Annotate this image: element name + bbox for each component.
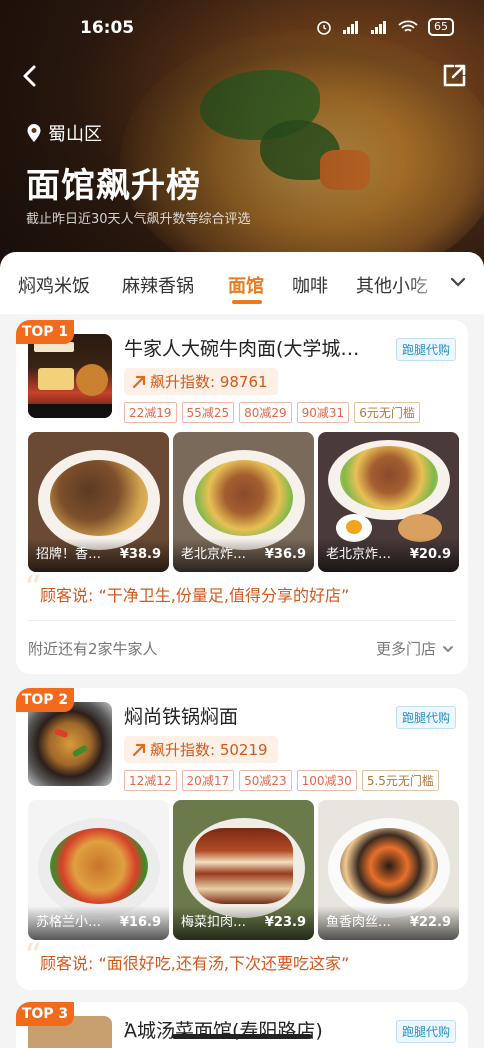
heat-index: 飙升指数: 50219 — [124, 736, 278, 763]
shop-thumbnail[interactable] — [28, 702, 112, 786]
dish-card[interactable]: 苏格兰小… ¥16.9 — [28, 800, 169, 940]
tab-spicy-pot[interactable]: 麻辣香锅 — [122, 272, 194, 298]
dish-card[interactable]: 老北京炸… ¥36.9 — [173, 432, 314, 572]
home-indicator[interactable] — [172, 1034, 312, 1039]
dish-price: ¥16.9 — [119, 915, 161, 930]
coupon-tag: 6元无门槛 — [354, 402, 420, 423]
shop-name[interactable]: 牛家人大碗牛肉面(大学城… — [124, 334, 394, 361]
coupon-tag: 5.5元无门槛 — [361, 770, 439, 791]
customer-review: “ 顾客说: “干净卫生,份量足,值得分享的好店” — [24, 568, 350, 608]
dish-price: ¥23.9 — [264, 915, 306, 930]
ranking-card[interactable]: TOP 3 Ἀ城汤菜面馆(寿阳路店) 跑腿代购 — [16, 1002, 468, 1048]
shop-thumbnail[interactable] — [28, 334, 112, 418]
ranking-card[interactable]: TOP 1 牛家人大碗牛肉面(大学城… 跑腿代购 飙升指数: 98761 22减… — [16, 320, 468, 674]
battery-icon: 65 — [428, 18, 454, 36]
nearby-stores-text: 附近还有2家牛家人 — [28, 640, 158, 658]
dish-card[interactable]: 鱼香肉丝… ¥22.9 — [318, 800, 459, 940]
dish-price: ¥22.9 — [409, 915, 451, 930]
more-stores-label: 更多门店 — [375, 640, 436, 658]
status-icons: 65 — [316, 18, 454, 36]
delivery-badge: 跑腿代购 — [395, 706, 456, 729]
dish-price: ¥38.9 — [119, 547, 161, 562]
more-stores-button[interactable]: 更多门店 — [376, 638, 454, 659]
heat-index-value: 飙升指数: 50219 — [150, 741, 268, 759]
tabs-fade — [406, 252, 446, 314]
dish-name: 苏格兰小… — [36, 915, 102, 930]
dish-name: 鱼香肉丝… — [326, 915, 392, 930]
location-selector[interactable]: 蜀山区 — [26, 120, 102, 146]
review-text: 顾客说: “干净卫生,份量足,值得分享的好店” — [40, 586, 350, 605]
coupon-tag: 90减31 — [296, 402, 350, 423]
share-icon[interactable] — [440, 62, 468, 90]
status-time: 16:05 — [80, 18, 135, 38]
coupon-tag: 20减17 — [181, 770, 235, 791]
dish-card[interactable]: 梅菜扣肉… ¥23.9 — [173, 800, 314, 940]
dish-price: ¥36.9 — [264, 547, 306, 562]
status-bar: 16:05 65 — [0, 0, 484, 56]
page-subtitle: 截止昨日近30天人气飙升数等综合评选 — [26, 212, 251, 227]
heat-index: 飙升指数: 98761 — [124, 368, 278, 395]
dish-name: 老北京炸… — [181, 547, 247, 562]
delivery-badge: 跑腿代购 — [395, 1020, 456, 1043]
coupon-tag: 22减19 — [124, 402, 177, 423]
page-title: 面馆飙升榜 — [26, 166, 201, 206]
tab-braised-chicken-rice[interactable]: 焖鸡米饭 — [18, 272, 90, 298]
chevron-down-icon[interactable] — [448, 272, 468, 292]
chevron-down-icon — [443, 645, 453, 652]
trend-up-icon — [132, 743, 146, 756]
dish-name: 老北京炸… — [326, 547, 392, 562]
coupon-tag: 100减30 — [296, 770, 357, 791]
rank-badge: TOP 1 — [16, 320, 74, 344]
shop-name[interactable]: 焖尚铁锅焖面 — [124, 702, 394, 729]
wifi-icon — [398, 20, 418, 32]
coupon-tag: 12减12 — [124, 770, 177, 791]
customer-review: “ 顾客说: “面很好吃,还有汤,下次还要吃这家” — [24, 936, 350, 976]
dish-price: ¥20.9 — [409, 547, 451, 562]
coupon-tag: 80减29 — [239, 402, 292, 423]
dish-name: 梅菜扣肉… — [181, 915, 247, 930]
tab-coffee[interactable]: 咖啡 — [292, 272, 328, 298]
coupon-list: 12减12 20减17 50减23 100减30 5.5元无门槛 — [124, 770, 439, 791]
dish-list: 招牌！香… ¥38.9 老北京炸… ¥36.9 老北京炸… ¥20.9 — [28, 432, 459, 572]
signal-icon — [371, 21, 386, 34]
active-tab-indicator — [232, 300, 262, 304]
ranking-card[interactable]: TOP 2 焖尚铁锅焖面 跑腿代购 飙升指数: 50219 12减12 20减1… — [16, 688, 468, 990]
tab-noodle-shop[interactable]: 面馆 — [228, 272, 264, 298]
location-pin-icon — [27, 124, 41, 142]
heat-index-value: 飙升指数: 98761 — [150, 373, 268, 391]
delivery-badge: 跑腿代购 — [395, 338, 456, 361]
coupon-list: 22减19 55减25 80减29 90减31 6元无门槛 — [124, 402, 420, 423]
dish-list: 苏格兰小… ¥16.9 梅菜扣肉… ¥23.9 鱼香肉丝… ¥22.9 — [28, 800, 459, 940]
trend-up-icon — [132, 375, 146, 388]
coupon-tag: 50减23 — [239, 770, 292, 791]
divider — [28, 620, 456, 621]
back-arrow-icon[interactable] — [16, 62, 44, 90]
signal-icon — [343, 21, 358, 34]
dish-card[interactable]: 招牌！香… ¥38.9 — [28, 432, 169, 572]
dish-card[interactable]: 老北京炸… ¥20.9 — [318, 432, 459, 572]
dish-name: 招牌！香… — [36, 547, 102, 562]
alarm-icon — [317, 21, 331, 35]
coupon-tag: 55减25 — [181, 402, 235, 423]
rank-badge: TOP 2 — [16, 688, 74, 712]
review-text: 顾客说: “面很好吃,还有汤,下次还要吃这家” — [40, 954, 350, 973]
location-label: 蜀山区 — [48, 124, 102, 145]
rank-badge: TOP 3 — [16, 1002, 74, 1026]
